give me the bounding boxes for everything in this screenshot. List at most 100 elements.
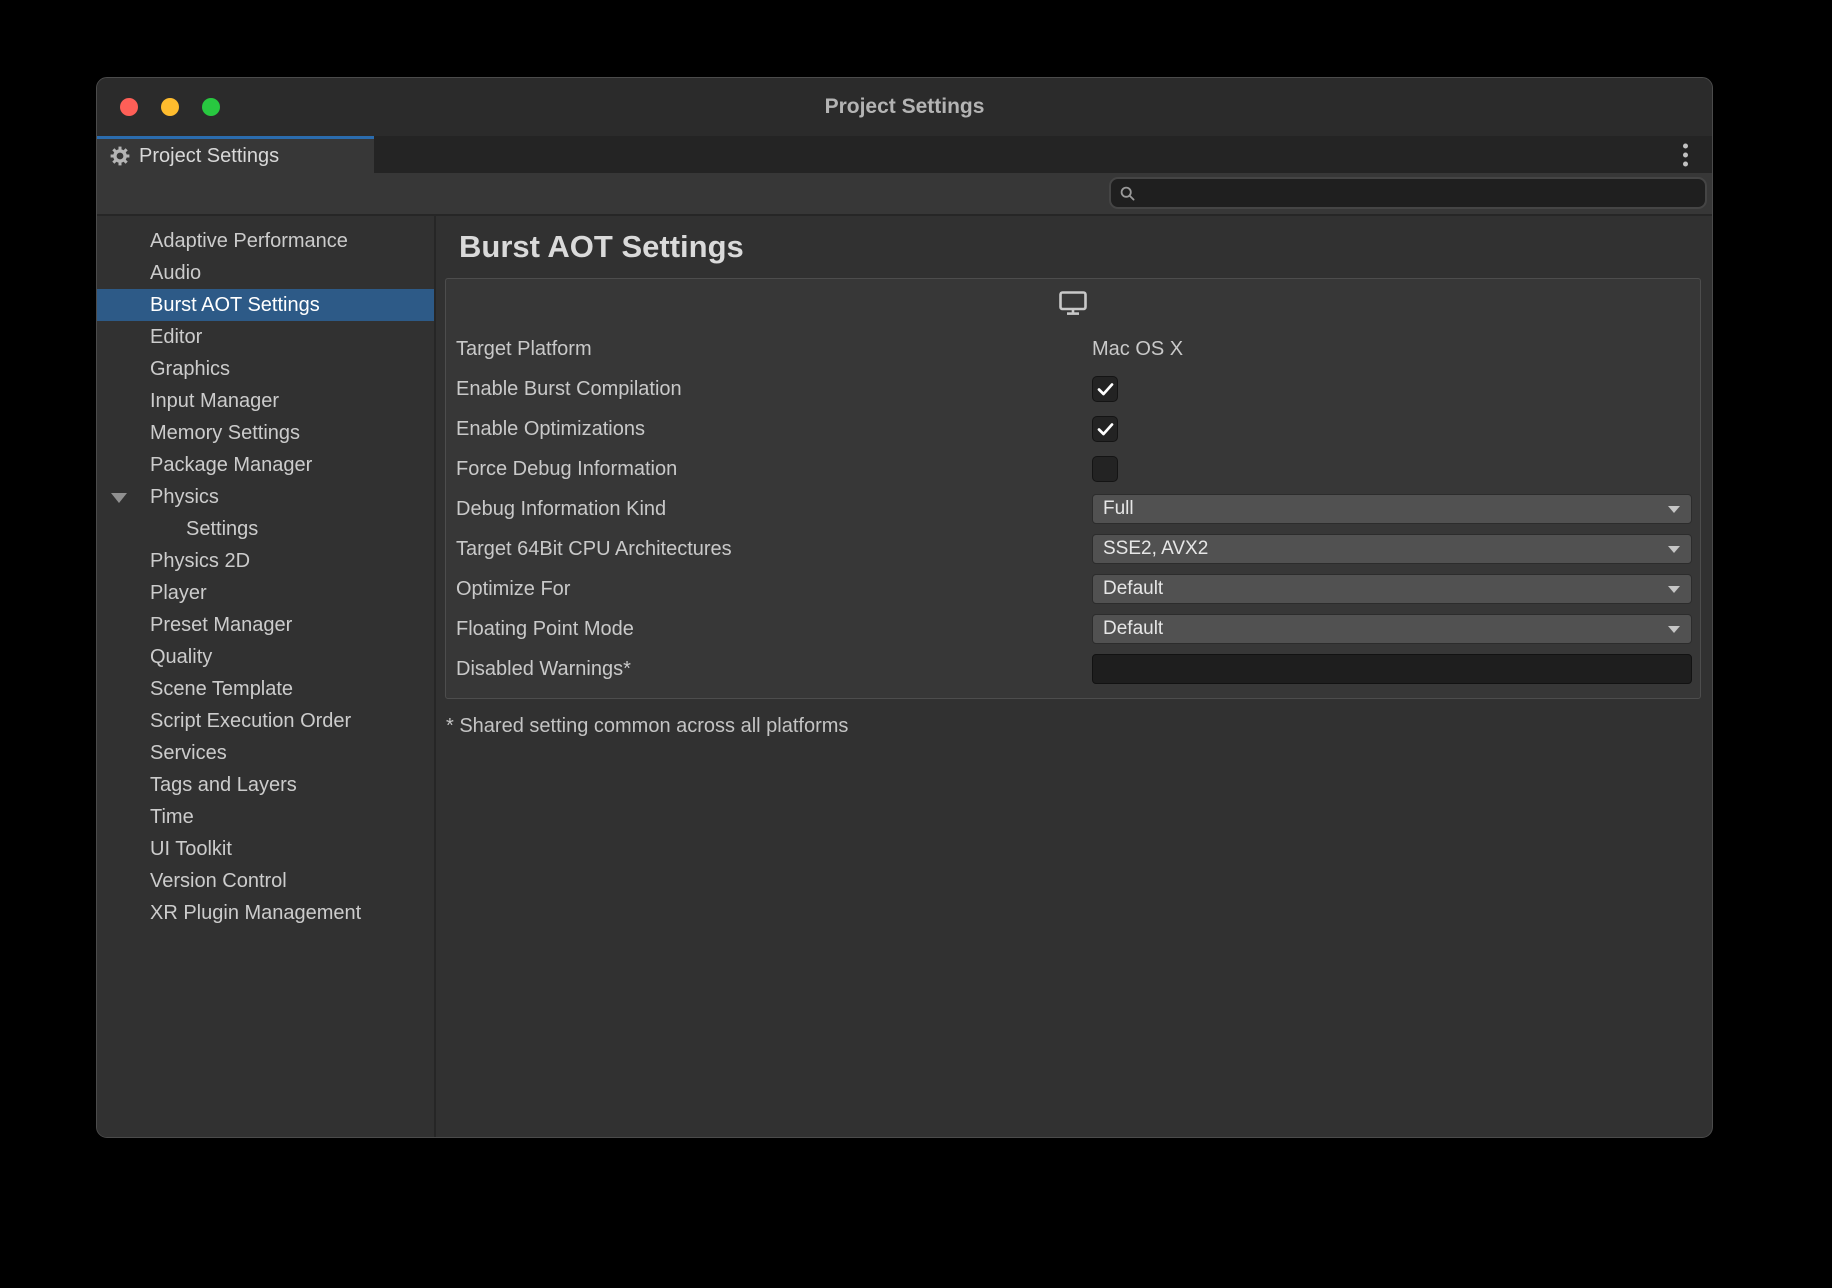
checkbox-enable-burst-compilation[interactable] [1092, 376, 1118, 402]
input-disabled-warnings[interactable] [1092, 654, 1692, 684]
sidebar-item-label: Input Manager [150, 390, 279, 412]
dropdown-debug-information-kind[interactable]: Full [1092, 494, 1692, 524]
content: Adaptive Performance Audio Burst AOT Setti… [97, 216, 1712, 1137]
settings-row-force-debug-information: Force Debug Information [456, 449, 1692, 489]
sidebar-item-tags-and-layers[interactable]: Tags and Layers [97, 769, 434, 801]
checkbox-force-debug-information[interactable] [1092, 456, 1118, 482]
main-pane: Burst AOT Settings Target PlatformMac OS… [436, 216, 1712, 1137]
window-title: Project Settings [97, 95, 1712, 119]
settings-row-disabled-warnings: Disabled Warnings* [456, 649, 1692, 689]
search-field[interactable] [1109, 177, 1707, 209]
settings-row-target-64bit-cpu-architectures: Target 64Bit CPU Architectures SSE2, AVX2 [456, 529, 1692, 569]
sidebar-item-graphics[interactable]: Graphics [97, 353, 434, 385]
sidebar-item-script-execution-order[interactable]: Script Execution Order [97, 705, 434, 737]
sidebar-item-time[interactable]: Time [97, 801, 434, 833]
sidebar-item-label: Player [150, 582, 207, 604]
sidebar-item-input-manager[interactable]: Input Manager [97, 385, 434, 417]
monitor-icon[interactable] [1059, 291, 1087, 316]
sidebar-item-label: Scene Template [150, 678, 293, 700]
project-settings-window: Project Settings Project Settings [96, 77, 1713, 1138]
setting-label: Enable Burst Compilation [456, 378, 1092, 401]
setting-label: Force Debug Information [456, 458, 1092, 481]
sidebar-item-label: Time [150, 806, 194, 828]
setting-label: Debug Information Kind [456, 498, 1092, 521]
sidebar-item-label: Adaptive Performance [150, 230, 348, 252]
sidebar-item-label: Settings [186, 518, 258, 540]
page-title: Burst AOT Settings [459, 229, 744, 265]
sidebar-list: Adaptive Performance Audio Burst AOT Setti… [97, 216, 436, 1137]
sidebar-item-burst-aot-settings[interactable]: Burst AOT Settings [97, 289, 434, 321]
sidebar-item-memory-settings[interactable]: Memory Settings [97, 417, 434, 449]
dropdown-optimize-for[interactable]: Default [1092, 574, 1692, 604]
sidebar-item-physics-2d[interactable]: Physics 2D [97, 545, 434, 577]
sidebar-item-ui-toolkit[interactable]: UI Toolkit [97, 833, 434, 865]
settings-rows: Target PlatformMac OS X Enable Burst Comp… [446, 327, 1700, 689]
sidebar-item-package-manager[interactable]: Package Manager [97, 449, 434, 481]
setting-label: Target Platform [456, 338, 1092, 361]
chevron-down-icon [1668, 626, 1680, 633]
sidebar-item-label: Package Manager [150, 454, 312, 476]
setting-value [1092, 456, 1692, 482]
settings-row-enable-burst-compilation: Enable Burst Compilation [456, 369, 1692, 409]
sidebar-item-player[interactable]: Player [97, 577, 434, 609]
setting-value: Default [1092, 614, 1692, 644]
sidebar-item-physics[interactable]: Physics [97, 481, 434, 513]
disclosure-triangle-icon[interactable] [111, 493, 127, 503]
sidebar-item-editor[interactable]: Editor [97, 321, 434, 353]
tab-strip: Project Settings [97, 136, 1712, 173]
sidebar-item-preset-manager[interactable]: Preset Manager [97, 609, 434, 641]
setting-value [1092, 416, 1692, 442]
dropdown-selected-value: Default [1103, 578, 1163, 600]
sidebar-item-label: Quality [150, 646, 212, 668]
sidebar-item-adaptive-performance[interactable]: Adaptive Performance [97, 225, 434, 257]
tab-project-settings[interactable]: Project Settings [97, 136, 374, 173]
settings-row-target-platform: Target PlatformMac OS X [456, 329, 1692, 369]
sidebar-item-label: Editor [150, 326, 202, 348]
chevron-down-icon [1668, 586, 1680, 593]
setting-value: Default [1092, 574, 1692, 604]
chevron-down-icon [1668, 506, 1680, 513]
sidebar-item-version-control[interactable]: Version Control [97, 865, 434, 897]
sidebar-item-label: XR Plugin Management [150, 902, 361, 924]
sidebar-item-label: Services [150, 742, 227, 764]
minimize-button[interactable] [161, 98, 179, 116]
setting-value: Full [1092, 494, 1692, 524]
sidebar-item-label: Version Control [150, 870, 287, 892]
dropdown-target-64bit-cpu-architectures[interactable]: SSE2, AVX2 [1092, 534, 1692, 564]
sidebar-item-settings[interactable]: Settings [97, 513, 434, 545]
checkmark-icon [1097, 423, 1114, 436]
dropdown-floating-point-mode[interactable]: Default [1092, 614, 1692, 644]
sidebar-item-label: Physics 2D [150, 550, 250, 572]
burst-settings-panel: Target PlatformMac OS X Enable Burst Comp… [445, 278, 1701, 699]
close-button[interactable] [120, 98, 138, 116]
kebab-menu-icon[interactable] [1679, 139, 1692, 170]
toolbar [97, 173, 1712, 216]
dropdown-selected-value: SSE2, AVX2 [1103, 538, 1208, 560]
setting-value: SSE2, AVX2 [1092, 534, 1692, 564]
dropdown-selected-value: Default [1103, 618, 1163, 640]
sidebar-item-scene-template[interactable]: Scene Template [97, 673, 434, 705]
search-input[interactable] [1141, 182, 1705, 205]
setting-label: Disabled Warnings* [456, 658, 1092, 681]
setting-label: Floating Point Mode [456, 618, 1092, 641]
setting-label: Enable Optimizations [456, 418, 1092, 441]
sidebar-item-label: Graphics [150, 358, 230, 380]
setting-label: Target 64Bit CPU Architectures [456, 538, 1092, 561]
titlebar[interactable]: Project Settings [97, 78, 1712, 136]
sidebar-item-label: Physics [150, 486, 219, 508]
sidebar-item-services[interactable]: Services [97, 737, 434, 769]
sidebar-item-label: Audio [150, 262, 201, 284]
platform-tab-bar [446, 279, 1700, 327]
traffic-lights [120, 98, 220, 116]
gear-icon [110, 146, 130, 166]
sidebar-item-audio[interactable]: Audio [97, 257, 434, 289]
settings-row-floating-point-mode: Floating Point Mode Default [456, 609, 1692, 649]
setting-label: Optimize For [456, 578, 1092, 601]
sidebar-item-label: Tags and Layers [150, 774, 297, 796]
sidebar-item-xr-plugin-management[interactable]: XR Plugin Management [97, 897, 434, 929]
checkbox-enable-optimizations[interactable] [1092, 416, 1118, 442]
checkmark-icon [1097, 383, 1114, 396]
settings-row-debug-information-kind: Debug Information KindFull [456, 489, 1692, 529]
zoom-button[interactable] [202, 98, 220, 116]
sidebar-item-quality[interactable]: Quality [97, 641, 434, 673]
